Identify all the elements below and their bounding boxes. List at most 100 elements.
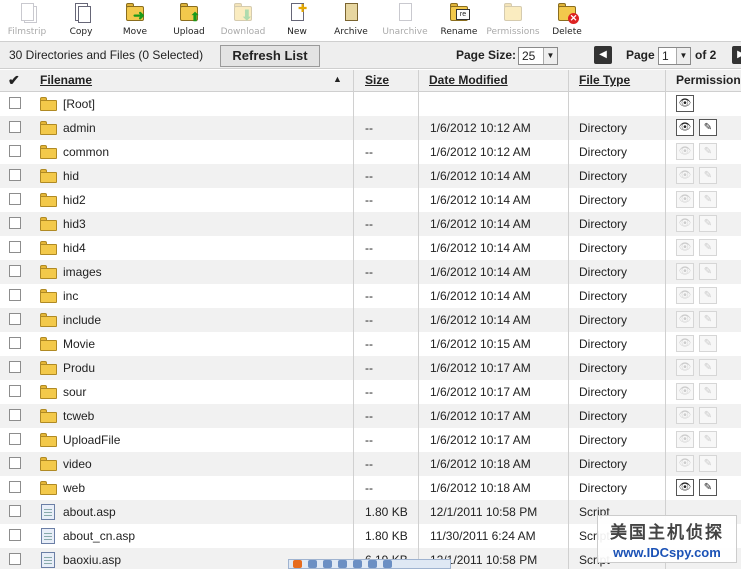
edit-permission-icon[interactable]: ✎ [699,287,717,304]
file-name-link[interactable]: images [63,265,102,279]
move-button[interactable]: ➜ Move [108,0,162,40]
table-row[interactable]: sour -- 1/6/2012 10:17 AM Directory 👁 ✎ [0,380,741,404]
file-name-link[interactable]: hid3 [63,217,86,231]
column-header-file-type[interactable]: File Type [579,73,630,87]
row-checkbox[interactable] [9,529,21,541]
file-name-link[interactable]: about.asp [63,505,116,519]
row-checkbox[interactable] [9,457,21,469]
edit-permission-icon[interactable]: ✎ [699,167,717,184]
new-button[interactable]: ✚ New [270,0,324,40]
view-permission-icon[interactable]: 👁 [676,191,694,208]
row-checkbox[interactable] [9,217,21,229]
upload-button[interactable]: ⬆ Upload [162,0,216,40]
view-permission-icon[interactable]: 👁 [676,431,694,448]
file-name-link[interactable]: Produ [63,361,95,375]
file-name-link[interactable]: web [63,481,85,495]
table-row[interactable]: common -- 1/6/2012 10:12 AM Directory 👁 ✎ [0,140,741,164]
view-permission-icon[interactable]: 👁 [676,407,694,424]
file-name-link[interactable]: baoxiu.asp [63,553,121,567]
file-name-link[interactable]: admin [63,121,96,135]
table-row[interactable]: include -- 1/6/2012 10:14 AM Directory 👁 ✎ [0,308,741,332]
edit-permission-icon[interactable]: ✎ [699,191,717,208]
table-row[interactable]: video -- 1/6/2012 10:18 AM Directory 👁 ✎ [0,452,741,476]
file-name-link[interactable]: hid2 [63,193,86,207]
edit-permission-icon[interactable]: ✎ [699,431,717,448]
file-name-link[interactable]: sour [63,385,86,399]
row-checkbox[interactable] [9,505,21,517]
file-name-link[interactable]: hid [63,169,79,183]
table-row[interactable]: hid2 -- 1/6/2012 10:14 AM Directory 👁 ✎ [0,188,741,212]
row-checkbox[interactable] [9,409,21,421]
row-checkbox[interactable] [9,193,21,205]
view-permission-icon[interactable]: 👁 [676,335,694,352]
table-row[interactable]: web -- 1/6/2012 10:18 AM Directory 👁 ✎ [0,476,741,500]
row-checkbox[interactable] [9,121,21,133]
row-checkbox[interactable] [9,145,21,157]
rename-button[interactable]: re Rename [432,0,486,40]
table-row[interactable]: tcweb -- 1/6/2012 10:17 AM Directory 👁 ✎ [0,404,741,428]
next-page-button[interactable]: ▶ [732,46,741,64]
row-checkbox[interactable] [9,481,21,493]
refresh-list-button[interactable]: Refresh List [220,45,320,67]
filmstrip-button[interactable]: Filmstrip [0,0,54,40]
view-permission-icon[interactable]: 👁 [676,455,694,472]
row-checkbox[interactable] [9,553,21,565]
view-permission-icon[interactable]: 👁 [676,383,694,400]
view-permission-icon[interactable]: 👁 [676,215,694,232]
page-size-select[interactable]: 25 ▼ [518,47,558,65]
table-row[interactable]: Produ -- 1/6/2012 10:17 AM Directory 👁 ✎ [0,356,741,380]
table-row[interactable]: inc -- 1/6/2012 10:14 AM Directory 👁 ✎ [0,284,741,308]
row-checkbox[interactable] [9,433,21,445]
table-row[interactable]: hid -- 1/6/2012 10:14 AM Directory 👁 ✎ [0,164,741,188]
table-row[interactable]: UploadFile -- 1/6/2012 10:17 AM Directory 👁 ✎ [0,428,741,452]
row-checkbox[interactable] [9,385,21,397]
view-permission-icon[interactable]: 👁 [676,95,694,112]
row-checkbox[interactable] [9,169,21,181]
row-checkbox[interactable] [9,97,21,109]
view-permission-icon[interactable]: 👁 [676,143,694,160]
previous-page-button[interactable]: ◀ [594,46,612,64]
archive-button[interactable]: Archive [324,0,378,40]
view-permission-icon[interactable]: 👁 [676,167,694,184]
file-name-link[interactable]: video [63,457,92,471]
column-header-date-modified[interactable]: Date Modified [429,73,508,87]
file-name-link[interactable]: UploadFile [63,433,120,447]
edit-permission-icon[interactable]: ✎ [699,239,717,256]
row-checkbox[interactable] [9,265,21,277]
ime-toolbar[interactable] [288,559,451,569]
page-select[interactable]: 1 ▼ [658,47,691,65]
edit-permission-icon[interactable]: ✎ [699,359,717,376]
file-name-link[interactable]: common [63,145,109,159]
column-header-size[interactable]: Size [365,73,389,87]
select-all-checkmark-icon[interactable]: ✔ [8,72,20,89]
view-permission-icon[interactable]: 👁 [676,287,694,304]
edit-permission-icon[interactable]: ✎ [699,215,717,232]
edit-permission-icon[interactable]: ✎ [699,311,717,328]
row-checkbox[interactable] [9,361,21,373]
edit-permission-icon[interactable]: ✎ [699,455,717,472]
edit-permission-icon[interactable]: ✎ [699,335,717,352]
file-name-link[interactable]: [Root] [63,97,95,111]
table-row[interactable]: admin -- 1/6/2012 10:12 AM Directory 👁 ✎ [0,116,741,140]
view-permission-icon[interactable]: 👁 [676,311,694,328]
download-button[interactable]: ⬇ Download [216,0,270,40]
view-permission-icon[interactable]: 👁 [676,359,694,376]
edit-permission-icon[interactable]: ✎ [699,143,717,160]
unarchive-button[interactable]: Unarchive [378,0,432,40]
edit-permission-icon[interactable]: ✎ [699,119,717,136]
table-row[interactable]: Movie -- 1/6/2012 10:15 AM Directory 👁 ✎ [0,332,741,356]
file-name-link[interactable]: hid4 [63,241,86,255]
copy-button[interactable]: Copy [54,0,108,40]
column-header-filename[interactable]: Filename [40,73,92,87]
view-permission-icon[interactable]: 👁 [676,263,694,280]
table-row[interactable]: hid3 -- 1/6/2012 10:14 AM Directory 👁 ✎ [0,212,741,236]
delete-button[interactable]: ✕ Delete [540,0,594,40]
file-name-link[interactable]: about_cn.asp [63,529,135,543]
edit-permission-icon[interactable]: ✎ [699,479,717,496]
file-name-link[interactable]: tcweb [63,409,94,423]
row-checkbox[interactable] [9,313,21,325]
view-permission-icon[interactable]: 👁 [676,119,694,136]
file-name-link[interactable]: include [63,313,101,327]
edit-permission-icon[interactable]: ✎ [699,383,717,400]
table-row[interactable]: images -- 1/6/2012 10:14 AM Directory 👁 ✎ [0,260,741,284]
